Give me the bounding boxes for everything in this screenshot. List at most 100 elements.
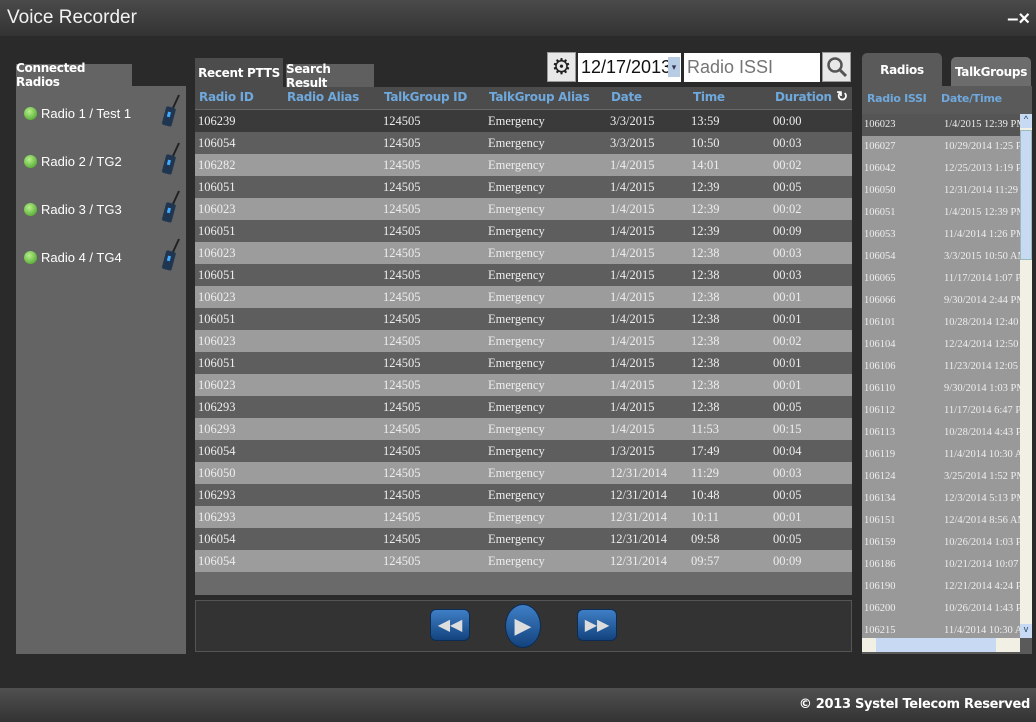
table-row[interactable]: 106050 124505 Emergency 12/31/2014 11:29 00:0… (195, 462, 852, 484)
radio-list-row[interactable]: 106027 10/29/2014 1:25 PM (862, 136, 1020, 158)
table-row[interactable]: 106293 124505 Emergency 1/4/2015 11:53 00:15 (195, 418, 852, 440)
fast-forward-button[interactable]: ▶▶ (577, 609, 617, 641)
table-row[interactable]: 106054 124505 Emergency 3/3/2015 10:50 00:03 (195, 132, 852, 154)
radio-list-row[interactable]: 106050 12/31/2014 11:29 (862, 180, 1020, 202)
table-row[interactable]: 106051 124505 Emergency 1/4/2015 12:38 00:01 (195, 352, 852, 374)
radio-list-row[interactable]: 106112 11/17/2014 6:47 PM (862, 400, 1020, 422)
connected-radio-item[interactable]: Radio 4 / TG4 (24, 238, 184, 272)
column-header[interactable]: Time (693, 90, 725, 104)
tab-connected-radios[interactable]: Connected Radios (16, 61, 132, 89)
radio-datetime: 10/28/2014 12:40 (944, 317, 1019, 328)
radio-list-row[interactable]: 106124 3/25/2014 1:52 PM (862, 466, 1020, 488)
column-header[interactable]: Radio ID (199, 90, 254, 104)
radio-list-row[interactable]: 106190 12/21/2014 4:24 PM (862, 576, 1020, 598)
table-row[interactable]: 106293 124505 Emergency 12/31/2014 10:11 00:0… (195, 506, 852, 528)
minimize-button[interactable]: – (1007, 8, 1018, 30)
table-cell: 00:03 (773, 268, 802, 282)
chevron-down-icon[interactable]: ▾ (668, 57, 680, 77)
play-icon: ▶ (514, 613, 532, 638)
table-row[interactable]: 106023 124505 Emergency 1/4/2015 12:38 00:02 (195, 330, 852, 352)
tab-radios[interactable]: Radios (862, 53, 942, 86)
table-cell: 00:03 (773, 136, 802, 150)
table-cell: 12:38 (691, 246, 720, 260)
table-cell: 12:38 (691, 356, 720, 370)
column-header[interactable]: TalkGroup Alias (489, 90, 590, 104)
tab-talkgroups[interactable]: TalkGroups (951, 57, 1031, 86)
radio-list-row[interactable]: 106151 12/4/2014 8:56 AM (862, 510, 1020, 532)
date-picker[interactable]: 12/17/2013 ▾ (578, 53, 681, 82)
radio-list-row[interactable]: 106113 10/28/2014 4:43 PM (862, 422, 1020, 444)
radio-list-row[interactable]: 106065 11/17/2014 1:07 PM (862, 268, 1020, 290)
close-button[interactable]: × (1018, 8, 1030, 30)
rewind-button[interactable]: ◀◀ (430, 609, 470, 641)
table-row[interactable]: 106023 124505 Emergency 1/4/2015 12:38 00:03 (195, 242, 852, 264)
column-header[interactable]: Duration (775, 90, 832, 104)
radio-list-row[interactable]: 106119 11/4/2014 10:30 AM (862, 444, 1020, 466)
table-row[interactable]: 106239 124505 Emergency 3/3/2015 13:59 00:00 (195, 110, 852, 132)
connected-radio-item[interactable]: Radio 3 / TG3 (24, 190, 184, 224)
radio-list-row[interactable]: 106051 1/4/2015 12:39 PM (862, 202, 1020, 224)
table-cell: 106293 (198, 400, 236, 414)
radio-list-row[interactable]: 106053 11/4/2014 1:26 PM (862, 224, 1020, 246)
table-row[interactable]: 106293 124505 Emergency 12/31/2014 10:48 00:0… (195, 484, 852, 506)
table-cell: 1/4/2015 (610, 378, 655, 392)
table-cell: 10:11 (691, 510, 720, 524)
table-cell: 12:38 (691, 378, 720, 392)
radio-list-row[interactable]: 106042 12/25/2013 1:19 PM (862, 158, 1020, 180)
radio-list-row[interactable]: 106023 1/4/2015 12:39 PM (862, 114, 1020, 136)
tab-search-result[interactable]: Search Result (286, 62, 374, 90)
table-cell: 00:01 (773, 312, 802, 326)
table-row[interactable]: 106051 124505 Emergency 1/4/2015 12:38 00:01 (195, 308, 852, 330)
radio-list-row[interactable]: 106200 10/26/2014 1:43 PM (862, 598, 1020, 620)
horizontal-scrollbar[interactable] (862, 638, 1020, 652)
table-row[interactable]: 106051 124505 Emergency 1/4/2015 12:39 00:09 (195, 220, 852, 242)
radio-issi: 106042 (864, 163, 896, 174)
table-cell: 1/4/2015 (610, 400, 655, 414)
connected-radio-item[interactable]: Radio 2 / TG2 (24, 142, 184, 176)
radio-issi: 106112 (864, 405, 896, 416)
radio-issi-search-input[interactable] (684, 53, 820, 82)
table-row[interactable]: 106051 124505 Emergency 1/4/2015 12:39 00:05 (195, 176, 852, 198)
radio-list-row[interactable]: 106159 10/26/2014 1:03 PM (862, 532, 1020, 554)
radio-list-row[interactable]: 106134 12/3/2014 5:13 PM (862, 488, 1020, 510)
table-row[interactable]: 106054 124505 Emergency 12/31/2014 09:57 00:0… (195, 550, 852, 572)
table-cell: 1/4/2015 (610, 422, 655, 436)
table-row[interactable]: 106023 124505 Emergency 1/4/2015 12:38 00:01 (195, 374, 852, 396)
settings-button[interactable]: ⚙ (547, 52, 576, 82)
radio-list-row[interactable]: 106066 9/30/2014 2:44 PM (862, 290, 1020, 312)
table-row[interactable]: 106054 124505 Emergency 12/31/2014 09:58 00:0… (195, 528, 852, 550)
table-cell: 124505 (383, 378, 421, 392)
column-header[interactable]: Radio Alias (287, 90, 359, 104)
table-cell: 106054 (198, 532, 236, 546)
search-button[interactable] (822, 52, 851, 82)
table-row[interactable]: 106054 124505 Emergency 1/3/2015 17:49 00:04 (195, 440, 852, 462)
radio-list-row[interactable]: 106054 3/3/2015 10:50 AM (862, 246, 1020, 268)
radio-list-row[interactable]: 106101 10/28/2014 12:40 (862, 312, 1020, 334)
table-row[interactable]: 106051 124505 Emergency 1/4/2015 12:38 00:03 (195, 264, 852, 286)
radio-datetime: 3/25/2014 1:52 PM (944, 471, 1020, 482)
radio-list-row[interactable]: 106110 9/30/2014 1:03 PM (862, 378, 1020, 400)
table-row[interactable]: 106023 124505 Emergency 1/4/2015 12:39 00:02 (195, 198, 852, 220)
vertical-scrollbar[interactable]: ^ v (1020, 114, 1032, 638)
scrollbar-thumb[interactable] (1020, 130, 1032, 260)
tab-recent-ptts[interactable]: Recent PTTS (195, 58, 283, 87)
radio-list-row[interactable]: 106106 11/23/2014 12:05 (862, 356, 1020, 378)
refresh-icon[interactable]: ↻ (836, 88, 848, 105)
radio-list-row[interactable]: 106104 12/24/2014 12:50 (862, 334, 1020, 356)
table-row[interactable]: 106293 124505 Emergency 1/4/2015 12:38 00:05 (195, 396, 852, 418)
connected-radio-item[interactable]: Radio 1 / Test 1 (24, 94, 184, 128)
table-cell: 106023 (198, 290, 236, 304)
radio-issi: 106119 (864, 449, 896, 460)
radio-datetime: 10/29/2014 1:25 PM (944, 141, 1020, 152)
radio-datetime: 11/23/2014 12:05 (944, 361, 1018, 372)
table-row[interactable]: 106282 124505 Emergency 1/4/2015 14:01 00:02 (195, 154, 852, 176)
table-cell: 124505 (383, 312, 421, 326)
table-cell: 124505 (383, 356, 421, 370)
column-header[interactable]: TalkGroup ID (384, 90, 467, 104)
scrollbar-thumb[interactable] (876, 638, 996, 652)
play-button[interactable]: ▶ (505, 604, 541, 648)
radio-list-row[interactable]: 106186 10/21/2014 10:07 (862, 554, 1020, 576)
column-header[interactable]: Date (611, 90, 642, 104)
table-row[interactable]: 106023 124505 Emergency 1/4/2015 12:38 00:01 (195, 286, 852, 308)
status-online-icon (24, 106, 37, 120)
